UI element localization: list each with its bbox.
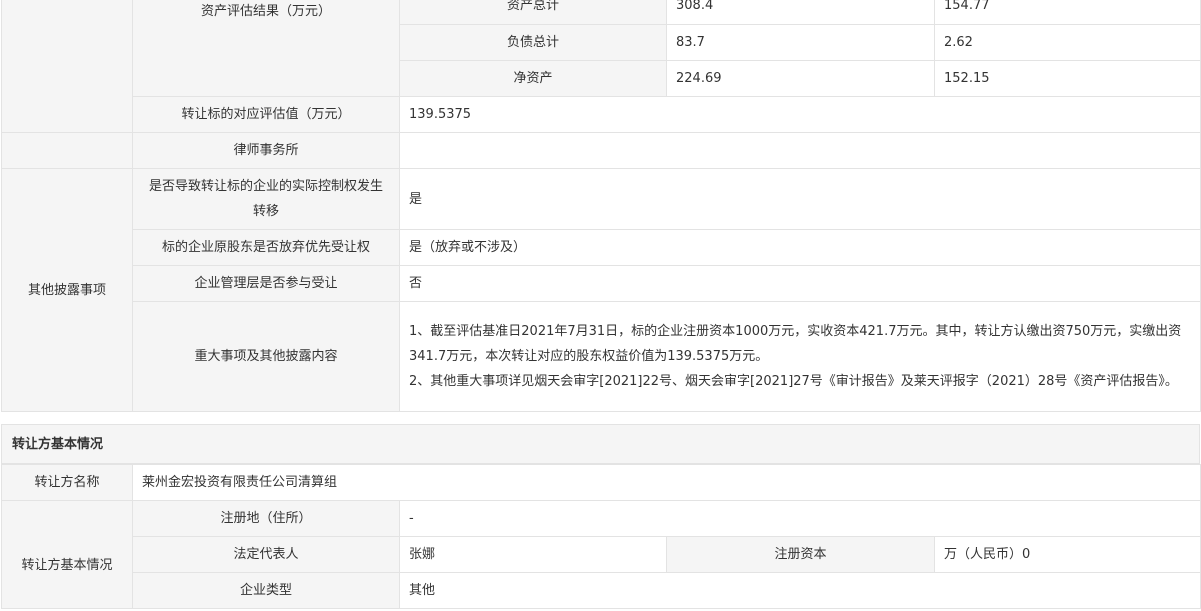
transferor-section-title: 转让方基本情况: [1, 424, 1200, 464]
law-firm-value: [399, 132, 1201, 169]
target-value-label: 转让标的对应评估值（万元）: [132, 96, 400, 133]
net-assets-value-1: 224.69: [666, 60, 935, 97]
transferor-name-value: 莱州金宏投资有限责任公司清算组: [131, 464, 1201, 501]
table-row: 企业管理层是否参与受让 否: [2, 265, 1201, 302]
address-label: 注册地（住所）: [132, 500, 400, 537]
total-assets-label: 资产总计: [399, 0, 667, 25]
net-assets-value-2: 152.15: [934, 60, 1201, 97]
assessment-result-label: 资产评估结果（万元）: [132, 0, 400, 97]
major-matters-label: 重大事项及其他披露内容: [132, 301, 400, 412]
major-matters-line-1: 1、截至评估基准日2021年7月31日，标的企业注册资本1000万元，实收资本4…: [409, 324, 1182, 364]
total-liabilities-value-1: 83.7: [666, 24, 935, 61]
transferor-name-label: 转让方名称: [1, 464, 133, 501]
total-assets-value-1: 308.4: [666, 0, 935, 25]
law-firm-label: 律师事务所: [132, 132, 400, 169]
total-liabilities-label: 负债总计: [399, 24, 667, 61]
registered-capital-value: 万（人民币）0: [933, 536, 1201, 573]
table-row: 资产评估结果（万元） 资产总计 308.4 154.77: [1, 0, 1201, 133]
registered-capital-label: 注册资本: [666, 536, 935, 573]
table-row: 企业类型 其他: [2, 572, 1201, 609]
transferor-table: 转让方名称 莱州金宏投资有限责任公司清算组 转让方基本情况 注册地（住所） - …: [1, 464, 1201, 609]
table-row: 转让标的对应评估值（万元） 139.5375: [2, 96, 1201, 133]
mgmt-value: 否: [399, 265, 1201, 302]
preemptive-label: 标的企业原股东是否放弃优先受让权: [132, 229, 400, 266]
major-matters-line-2: 2、其他重大事项详见烟天会审字[2021]22号、烟天会审字[2021]27号《…: [409, 374, 1178, 389]
transferor-basic-label: 转让方基本情况: [1, 500, 133, 609]
table-row: 标的企业原股东是否放弃优先受让权 是（放弃或不涉及）: [2, 229, 1201, 266]
table-row: 重大事项及其他披露内容 1、截至评估基准日2021年7月31日，标的企业注册资本…: [2, 301, 1201, 412]
section-label-blank: [1, 0, 133, 133]
target-value: 139.5375: [399, 96, 1201, 133]
total-assets-value-2: 154.77: [934, 0, 1201, 25]
legal-rep-label: 法定代表人: [132, 536, 400, 573]
disclosure-table: 资产评估结果（万元） 资产总计 308.4 154.77 负债总计 83.7 2…: [1, 0, 1201, 412]
table-row: 转让方基本情况 注册地（住所） -: [1, 500, 1201, 609]
major-matters-value: 1、截至评估基准日2021年7月31日，标的企业注册资本1000万元，实收资本4…: [399, 301, 1201, 412]
net-assets-label: 净资产: [399, 60, 667, 97]
control-change-value: 是: [399, 168, 1201, 230]
total-liabilities-value-2: 2.62: [934, 24, 1201, 61]
table-row: 转让方名称 莱州金宏投资有限责任公司清算组: [1, 464, 1201, 501]
mgmt-label: 企业管理层是否参与受让: [132, 265, 400, 302]
legal-rep-value: 张娜: [399, 536, 667, 573]
enterprise-type-value: 其他: [398, 572, 1201, 609]
other-disclosure-label: 其他披露事项: [1, 168, 133, 412]
section-label-blank-2: [1, 132, 133, 169]
table-row: 法定代表人 张娜 注册资本 万（人民币）0: [2, 536, 1201, 573]
control-change-label: 是否导致转让标的企业的实际控制权发生转移: [132, 168, 400, 230]
table-row: 律师事务所: [1, 132, 1201, 169]
preemptive-value: 是（放弃或不涉及）: [399, 229, 1201, 266]
table-row: 其他披露事项 是否导致转让标的企业的实际控制权发生转移 是: [1, 168, 1201, 412]
address-value: -: [398, 500, 1201, 537]
enterprise-type-label: 企业类型: [132, 572, 400, 609]
